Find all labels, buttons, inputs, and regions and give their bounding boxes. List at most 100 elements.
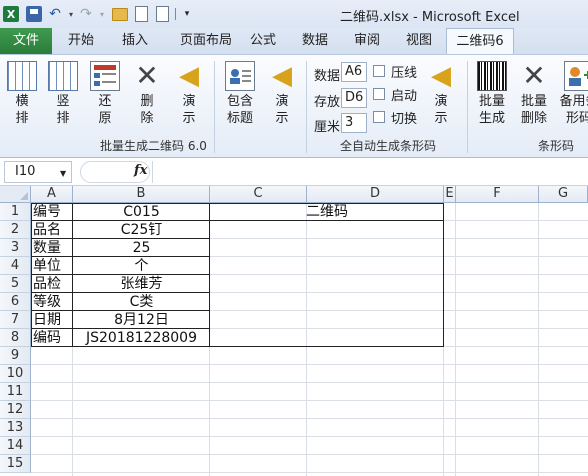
row-header-8[interactable]: 8 bbox=[0, 329, 31, 347]
formula-bar: I10 ▼ fx bbox=[0, 158, 588, 186]
cell-a2[interactable]: 品名 bbox=[31, 221, 73, 239]
vertical-arrange-button[interactable]: 竖 排 bbox=[43, 61, 83, 127]
formula-input[interactable] bbox=[152, 161, 588, 183]
data-field-label: 数据 bbox=[314, 69, 341, 84]
print-preview-icon[interactable] bbox=[154, 6, 170, 22]
tab-data[interactable]: 数据 bbox=[294, 28, 336, 54]
horizontal-arrange-button[interactable]: 横 排 bbox=[2, 61, 42, 127]
gridline bbox=[31, 436, 588, 437]
customize-qat-icon[interactable]: ▾ bbox=[179, 6, 195, 22]
redo-dropdown-icon[interactable]: ▾ bbox=[94, 6, 110, 22]
restore-button[interactable]: 还 原 bbox=[85, 61, 125, 127]
button-label: 除 bbox=[140, 111, 154, 126]
table-border bbox=[209, 203, 210, 347]
delete-button[interactable]: ✕ 删 除 bbox=[127, 61, 167, 127]
tab-formulas[interactable]: 公式 bbox=[242, 28, 284, 54]
cell-a4[interactable]: 单位 bbox=[31, 257, 73, 275]
tab-insert[interactable]: 插入 bbox=[112, 28, 158, 54]
cell-a6[interactable]: 等级 bbox=[31, 293, 73, 311]
data-field-input[interactable]: A6 bbox=[341, 62, 367, 82]
row-header-15[interactable]: 15 bbox=[0, 455, 31, 473]
column-header-b[interactable]: B bbox=[73, 186, 210, 203]
restore-form-icon bbox=[90, 61, 120, 91]
row-header-1[interactable]: 1 bbox=[0, 203, 31, 221]
cell-a5[interactable]: 品检 bbox=[31, 275, 73, 293]
table-border bbox=[31, 292, 210, 293]
row-header-5[interactable]: 5 bbox=[0, 275, 31, 293]
tab-review[interactable]: 审阅 bbox=[346, 28, 388, 54]
start-checkbox[interactable] bbox=[373, 88, 385, 100]
worksheet-grid[interactable]: A B C D E F G 1 2 3 4 5 6 7 8 9 10 11 12 13 14 15 编号 C015 二维码 品名 C… bbox=[0, 186, 588, 476]
new-document-icon[interactable] bbox=[133, 6, 149, 22]
table-border bbox=[31, 346, 444, 347]
cell-a1[interactable]: 编号 bbox=[31, 203, 73, 221]
column-header-c[interactable]: C bbox=[210, 186, 307, 203]
row-header-2[interactable]: 2 bbox=[0, 221, 31, 239]
batch-generate-button[interactable]: 批量 生成 bbox=[472, 61, 512, 127]
row-header-4[interactable]: 4 bbox=[0, 257, 31, 275]
button-label: 示 bbox=[275, 111, 289, 126]
row-header-10[interactable]: 10 bbox=[0, 365, 31, 383]
tab-page-layout[interactable]: 页面布局 bbox=[166, 28, 246, 54]
include-title-button[interactable]: 包含 标题 bbox=[220, 61, 260, 127]
save-icon[interactable] bbox=[26, 6, 42, 22]
backup-barcode-button[interactable]: 备用条 形码 bbox=[556, 61, 588, 127]
row-header-9[interactable]: 9 bbox=[0, 347, 31, 365]
press-line-checkbox[interactable] bbox=[373, 65, 385, 77]
row-header-12[interactable]: 12 bbox=[0, 401, 31, 419]
undo-icon[interactable]: ↶ bbox=[47, 6, 63, 22]
row-header-13[interactable]: 13 bbox=[0, 419, 31, 437]
cell-a8[interactable]: 编码 bbox=[31, 329, 73, 347]
speaker-icon: ◀ bbox=[272, 61, 292, 91]
cell-b8[interactable]: JS20181228009 bbox=[73, 329, 210, 347]
row-header-6[interactable]: 6 bbox=[0, 293, 31, 311]
cell-a3[interactable]: 数量 bbox=[31, 239, 73, 257]
row-header-11[interactable]: 11 bbox=[0, 383, 31, 401]
button-label: 生成 bbox=[478, 111, 505, 126]
store-field-input[interactable]: D6 bbox=[341, 88, 367, 108]
select-all-button[interactable] bbox=[0, 186, 31, 203]
cell-b2[interactable]: C25钉 bbox=[73, 221, 210, 239]
demo-button[interactable]: ◀ 演 示 bbox=[169, 61, 209, 127]
delete-x-icon: ✕ bbox=[522, 59, 546, 92]
tab-view[interactable]: 视图 bbox=[398, 28, 440, 54]
cell-a7[interactable]: 日期 bbox=[31, 311, 73, 329]
cell-b4[interactable]: 个 bbox=[73, 257, 210, 275]
cm-field-input[interactable]: 3 bbox=[341, 113, 367, 133]
column-header-f[interactable]: F bbox=[456, 186, 539, 203]
row-header-7[interactable]: 7 bbox=[0, 311, 31, 329]
group-separator bbox=[306, 61, 307, 153]
name-box-dropdown-icon[interactable]: ▼ bbox=[60, 169, 66, 178]
demo-button-2[interactable]: ◀ 演 示 bbox=[262, 61, 302, 127]
card-icon bbox=[225, 61, 255, 91]
row-header-3[interactable]: 3 bbox=[0, 239, 31, 257]
column-header-e[interactable]: E bbox=[444, 186, 456, 203]
column-header-g[interactable]: G bbox=[539, 186, 588, 203]
undo-dropdown-icon[interactable]: ▾ bbox=[63, 6, 79, 22]
column-header-a[interactable]: A bbox=[31, 186, 73, 203]
demo-button-3[interactable]: ◀ 演 示 bbox=[421, 61, 461, 127]
cell-b7[interactable]: 8月12日 bbox=[73, 311, 210, 329]
column-header-d[interactable]: D bbox=[307, 186, 444, 203]
cell-b3[interactable]: 25 bbox=[73, 239, 210, 257]
title-bar: X ↶ ▾ ↷ ▾ ▾ 二维码.xlsx - Microsoft Excel bbox=[0, 0, 588, 28]
switch-checkbox[interactable] bbox=[373, 111, 385, 123]
redo-icon[interactable]: ↷ bbox=[78, 6, 94, 22]
insert-function-icon[interactable]: fx bbox=[134, 163, 147, 178]
table-border bbox=[31, 203, 32, 347]
cell-b1[interactable]: C015 bbox=[73, 203, 210, 221]
cell-c1[interactable]: 二维码 bbox=[210, 203, 444, 221]
cell-b6[interactable]: C类 bbox=[73, 293, 210, 311]
checkbox-label: 压线 bbox=[391, 66, 418, 81]
tab-home[interactable]: 开始 bbox=[58, 28, 104, 54]
row-header-14[interactable]: 14 bbox=[0, 437, 31, 455]
button-label: 标题 bbox=[226, 111, 253, 126]
excel-logo-icon[interactable]: X bbox=[3, 6, 19, 22]
tab-qrcode6[interactable]: 二维码6 bbox=[446, 28, 514, 55]
open-folder-icon[interactable] bbox=[112, 6, 128, 22]
tab-file[interactable]: 文件 bbox=[0, 28, 52, 54]
batch-delete-button[interactable]: ✕ 批量 删除 bbox=[514, 61, 554, 127]
cell-b5[interactable]: 张维芳 bbox=[73, 275, 210, 293]
button-label: 批量 bbox=[520, 94, 547, 109]
ribbon-panel: 横 排 竖 排 还 原 ✕ 删 除 ◀ 演 示 包含 标题 ◀ 演 示 批量生成… bbox=[0, 54, 588, 158]
